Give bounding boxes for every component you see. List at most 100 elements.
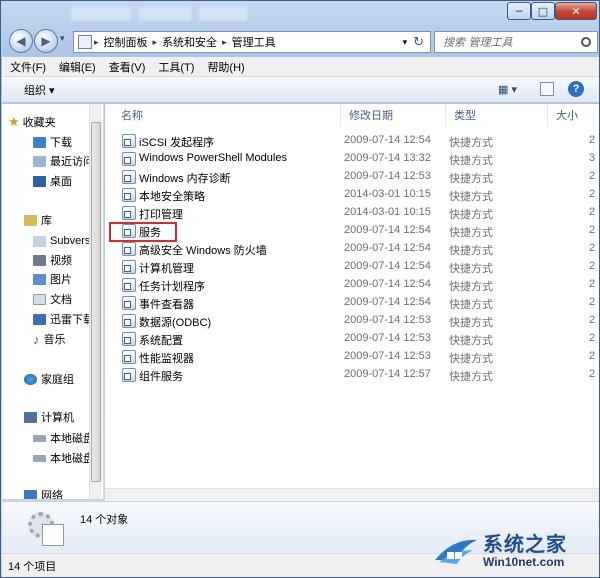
file-type: 快捷方式 [449, 335, 493, 347]
sidebar-item-xunlei[interactable]: 迅雷下载 [33, 310, 94, 328]
file-name: 性能监视器 [139, 353, 194, 365]
table-row[interactable]: 高级安全 Windows 防火墙 2009-07-14 12:54 快捷方式 2 [105, 240, 599, 258]
search-placeholder: 搜索 管理工具 [443, 36, 513, 49]
sidebar-item-videos[interactable]: 视频 [33, 251, 72, 269]
organize-button[interactable]: 组织 ▾ [24, 82, 55, 98]
file-date: 2009-07-14 12:54 [344, 260, 431, 272]
menu-help[interactable]: 帮助(H) [207, 59, 244, 75]
breadcrumb-admin-tools[interactable]: 管理工具 [229, 34, 279, 50]
column-header-size[interactable]: 大小 [548, 104, 599, 126]
table-row[interactable]: 性能监视器 2009-07-14 12:53 快捷方式 2 [105, 348, 599, 366]
file-name: Windows 内存诊断 [139, 173, 231, 185]
shortcut-icon [122, 152, 136, 166]
sidebar-homegroup[interactable]: 家庭组 [24, 370, 74, 388]
minimize-button[interactable]: ─ [507, 2, 531, 20]
file-list-horizontal-scrollbar[interactable] [105, 488, 599, 501]
file-name: 高级安全 Windows 防火墙 [139, 245, 267, 257]
menu-edit[interactable]: 编辑(E) [59, 59, 96, 75]
breadcrumb-control-panel[interactable]: 控制面板 [101, 34, 151, 50]
sidebar-item-local-disk-d[interactable]: 本地磁盘 [33, 449, 94, 467]
table-row[interactable]: 计算机管理 2009-07-14 12:54 快捷方式 2 [105, 258, 599, 276]
sidebar-item-pictures[interactable]: 图片 [33, 270, 72, 288]
sidebar-item-music[interactable]: ♪ 音乐 [33, 330, 66, 348]
table-row[interactable]: 事件查看器 2009-07-14 12:54 快捷方式 2 [105, 294, 599, 312]
file-name: iSCSI 发起程序 [139, 137, 215, 149]
help-icon[interactable]: ? [568, 81, 584, 97]
file-date: 2009-07-14 12:53 [344, 332, 431, 344]
hard-drive-icon [33, 434, 46, 442]
table-row[interactable]: iSCSI 发起程序 2009-07-14 12:54 快捷方式 2 [105, 132, 599, 150]
file-date: 2009-07-14 12:53 [344, 350, 431, 362]
menu-view[interactable]: 查看(V) [109, 59, 146, 75]
music-note-icon: ♪ [33, 331, 40, 347]
address-bar[interactable]: ▸ 控制面板 ▸ 系统和安全 ▸ 管理工具 ▾ ↻ [73, 31, 431, 53]
sidebar-item-recent[interactable]: 最近访问 [33, 152, 94, 170]
sidebar-item-local-disk-c[interactable]: 本地磁盘 [33, 429, 94, 447]
file-type: 快捷方式 [449, 191, 493, 203]
breadcrumb-system-security[interactable]: 系统和安全 [159, 34, 220, 50]
address-dropdown-icon[interactable]: ▾ [403, 37, 408, 48]
file-date: 2009-07-14 12:54 [344, 134, 431, 146]
table-row[interactable]: 数据源(ODBC) 2009-07-14 12:53 快捷方式 2 [105, 312, 599, 330]
view-options-icon[interactable]: ▦ ▾ [498, 83, 517, 96]
file-name: 系统配置 [139, 335, 183, 347]
refresh-icon[interactable]: ↻ [413, 34, 424, 50]
sidebar-computer[interactable]: 计算机 [24, 408, 74, 426]
file-size: 2 [589, 278, 596, 290]
library-icon [24, 214, 37, 226]
watermark-title: 系统之家 [483, 532, 567, 556]
file-name: 任务计划程序 [139, 281, 205, 293]
scrollbar-thumb[interactable] [91, 122, 101, 482]
table-row[interactable]: 服务 2009-07-14 12:54 快捷方式 2 [105, 222, 599, 240]
file-type: 快捷方式 [449, 317, 493, 329]
file-list: 名称 修改日期 类型 大小 iSCSI 发起程序 2009-07-14 12:54… [105, 104, 599, 499]
close-button[interactable]: ✕ [555, 2, 597, 20]
sidebar-item-downloads[interactable]: 下载 [33, 133, 72, 151]
object-count: 14 个对象 [80, 514, 129, 526]
file-name: 本地安全策略 [139, 191, 205, 203]
shortcut-icon [122, 278, 136, 292]
preview-pane-icon[interactable] [540, 82, 554, 96]
file-date: 2009-07-14 12:57 [344, 368, 431, 380]
menu-tools[interactable]: 工具(T) [158, 59, 194, 75]
search-input[interactable]: 搜索 管理工具 [434, 31, 598, 53]
sidebar-item-desktop[interactable]: 桌面 [33, 172, 72, 190]
recent-pages-dropdown-icon[interactable]: ▾ [60, 34, 65, 44]
maximize-button[interactable]: □ [531, 2, 555, 20]
computer-icon [24, 411, 37, 423]
column-header-date[interactable]: 修改日期 [341, 104, 446, 126]
table-row[interactable]: 系统配置 2009-07-14 12:53 快捷方式 2 [105, 330, 599, 348]
sidebar-item-subversion[interactable]: Subvers [33, 232, 90, 250]
table-row[interactable]: 本地安全策略 2014-03-01 10:15 快捷方式 2 [105, 186, 599, 204]
breadcrumb-separator-icon: ▸ [152, 36, 158, 47]
control-panel-icon [78, 35, 92, 49]
file-date: 2009-07-14 12:53 [344, 170, 431, 182]
table-row[interactable]: 任务计划程序 2009-07-14 12:54 快捷方式 2 [105, 276, 599, 294]
search-icon[interactable] [581, 37, 591, 47]
desktop-icon [33, 175, 46, 187]
sidebar-scrollbar[interactable] [89, 104, 102, 499]
menu-file[interactable]: 文件(F) [10, 59, 46, 75]
blurred-tab [139, 7, 191, 21]
back-button[interactable]: ◀ [9, 29, 33, 53]
file-date: 2014-03-01 10:15 [344, 206, 431, 218]
forward-button[interactable]: ▶ [34, 29, 58, 53]
file-date: 2009-07-14 12:54 [344, 296, 431, 308]
table-row[interactable]: 组件服务 2009-07-14 12:57 快捷方式 2 [105, 366, 599, 384]
sidebar-network[interactable]: 网络 [24, 486, 63, 499]
file-size: 2 [589, 224, 596, 236]
address-row: ◀ ▶ ▾ ▸ 控制面板 ▸ 系统和安全 ▸ 管理工具 ▾ ↻ 搜索 管理工具 [1, 27, 600, 55]
table-row[interactable]: Windows 内存诊断 2009-07-14 12:53 快捷方式 2 [105, 168, 599, 186]
sidebar-item-documents[interactable]: 文档 [33, 290, 72, 308]
file-type: 快捷方式 [449, 245, 493, 257]
file-date: 2009-07-14 12:54 [344, 242, 431, 254]
download-folder-icon [33, 313, 46, 325]
table-row[interactable]: 打印管理 2014-03-01 10:15 快捷方式 2 [105, 204, 599, 222]
table-row[interactable]: Windows PowerShell Modules 2009-07-14 13:… [105, 150, 599, 168]
sidebar-favorites[interactable]: ★ 收藏夹 [8, 113, 56, 131]
sidebar-libraries[interactable]: 库 [24, 211, 52, 229]
highlight-annotation [109, 222, 177, 242]
column-header-name[interactable]: 名称 [113, 104, 341, 126]
file-size: 2 [589, 296, 596, 308]
column-header-type[interactable]: 类型 [446, 104, 548, 126]
